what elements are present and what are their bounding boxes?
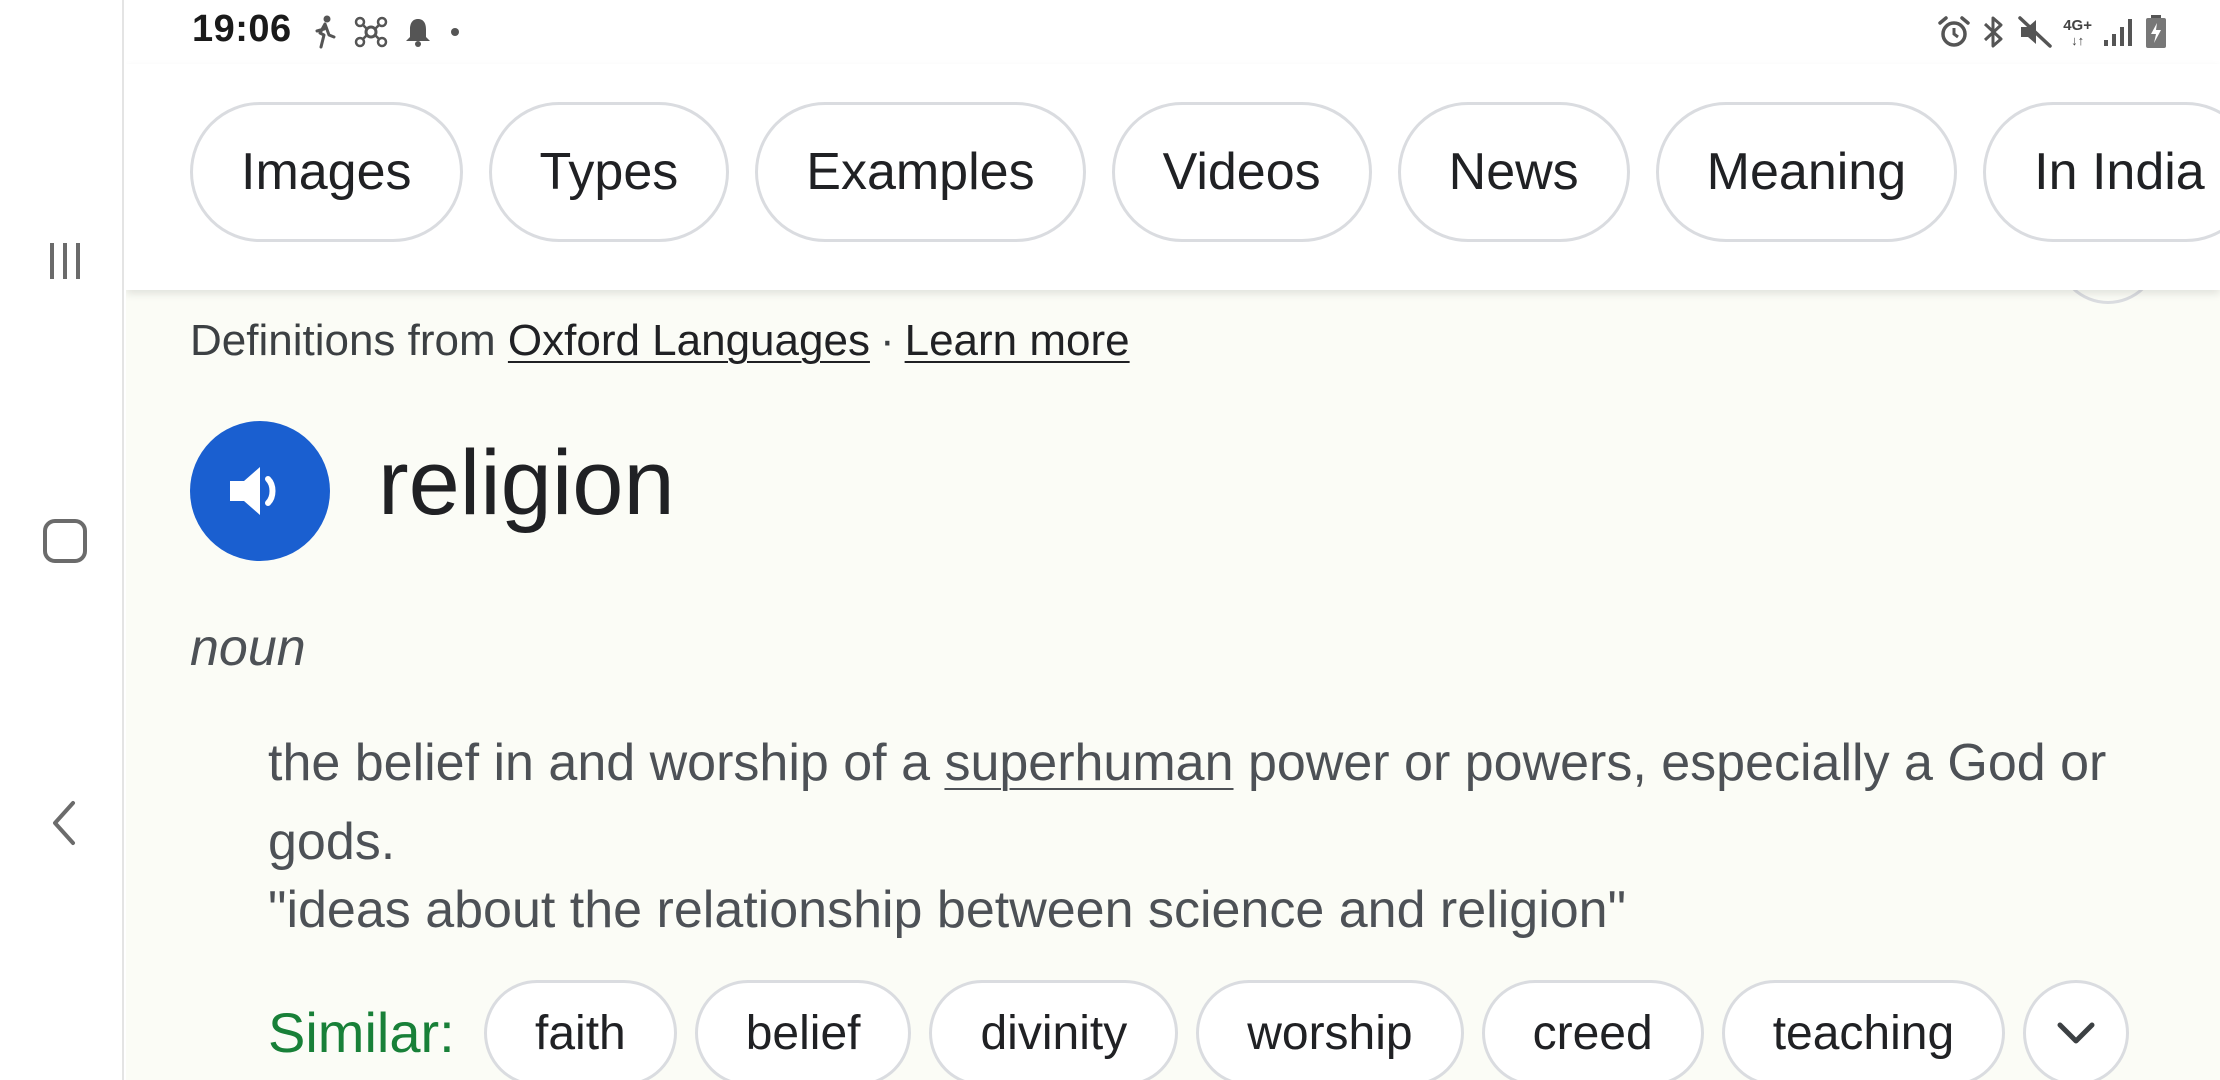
battery-charging-icon xyxy=(2144,14,2168,50)
walking-icon xyxy=(312,15,338,49)
navigation-bar xyxy=(0,0,124,1080)
status-time: 19:06 xyxy=(192,8,292,50)
network-hub-icon xyxy=(354,15,388,49)
headword: religion xyxy=(378,432,675,534)
similar-chip-teaching[interactable]: teaching xyxy=(1721,980,2006,1080)
superhuman-link[interactable]: superhuman xyxy=(944,734,1233,792)
screen: 19:06 4G+ ↓↑ Images Types Examples Video… xyxy=(0,0,2220,1080)
dot-icon xyxy=(448,25,462,39)
example-sentence: "ideas about the relationship between sc… xyxy=(268,881,1627,939)
mute-icon xyxy=(2017,15,2053,49)
oxford-languages-link[interactable]: Oxford Languages xyxy=(508,316,870,365)
chevron-down-icon xyxy=(2057,1022,2095,1044)
similar-words-row: faith belief divinity worship creed teac… xyxy=(484,980,2130,1080)
chip-news[interactable]: News xyxy=(1397,102,1630,242)
similar-chip-faith[interactable]: faith xyxy=(484,980,677,1080)
main-content: 19:06 4G+ ↓↑ Images Types Examples Video… xyxy=(126,0,2220,1080)
back-icon xyxy=(53,801,75,845)
similar-label: Similar: xyxy=(268,1001,455,1064)
search-chip-bar: Images Types Examples Videos News Meanin… xyxy=(126,64,2220,290)
learn-more-link[interactable]: Learn more xyxy=(905,316,1130,365)
chip-in-india[interactable]: In India xyxy=(1983,102,2220,242)
status-left-icons xyxy=(312,12,462,52)
chip-row: Images Types Examples Videos News Meanin… xyxy=(190,102,2220,242)
chip-videos[interactable]: Videos xyxy=(1111,102,1372,242)
similar-chip-divinity[interactable]: divinity xyxy=(929,980,1179,1080)
home-button[interactable] xyxy=(30,506,100,576)
bluetooth-icon xyxy=(1981,14,2007,50)
pronunciation-button[interactable] xyxy=(190,421,330,561)
chip-examples[interactable]: Examples xyxy=(755,102,1086,242)
similar-chip-creed[interactable]: creed xyxy=(1481,980,1704,1080)
back-button[interactable] xyxy=(30,788,100,858)
recents-button[interactable] xyxy=(30,226,100,296)
definition-text: the belief in and worship of a superhuma… xyxy=(268,724,2168,882)
similar-chip-belief[interactable]: belief xyxy=(694,980,912,1080)
chip-meaning[interactable]: Meaning xyxy=(1655,102,1958,242)
alarm-icon xyxy=(1937,15,1971,49)
bell-icon xyxy=(404,16,432,48)
home-icon xyxy=(43,519,87,563)
speaker-icon xyxy=(230,467,276,515)
source-prefix: Definitions from xyxy=(190,316,496,365)
network-type: 4G+ ↓↑ xyxy=(2063,18,2092,47)
similar-chip-worship[interactable]: worship xyxy=(1196,980,1464,1080)
network-arrows: ↓↑ xyxy=(2071,32,2085,48)
network-type-label: 4G+ xyxy=(2063,16,2092,34)
definition-source: Definitions from Oxford Languages · Learn … xyxy=(190,316,1130,366)
status-right-icons: 4G+ ↓↑ xyxy=(1937,10,2168,54)
chip-images[interactable]: Images xyxy=(190,102,463,242)
chip-types[interactable]: Types xyxy=(488,102,730,242)
part-of-speech: noun xyxy=(190,619,306,677)
signal-icon xyxy=(2102,16,2134,48)
status-bar: 19:06 4G+ ↓↑ xyxy=(126,0,2220,64)
expand-similar-button[interactable] xyxy=(2023,980,2130,1080)
source-separator: · xyxy=(879,316,895,365)
definition-before: the belief in and worship of a xyxy=(268,734,945,792)
recents-icon xyxy=(50,243,80,279)
